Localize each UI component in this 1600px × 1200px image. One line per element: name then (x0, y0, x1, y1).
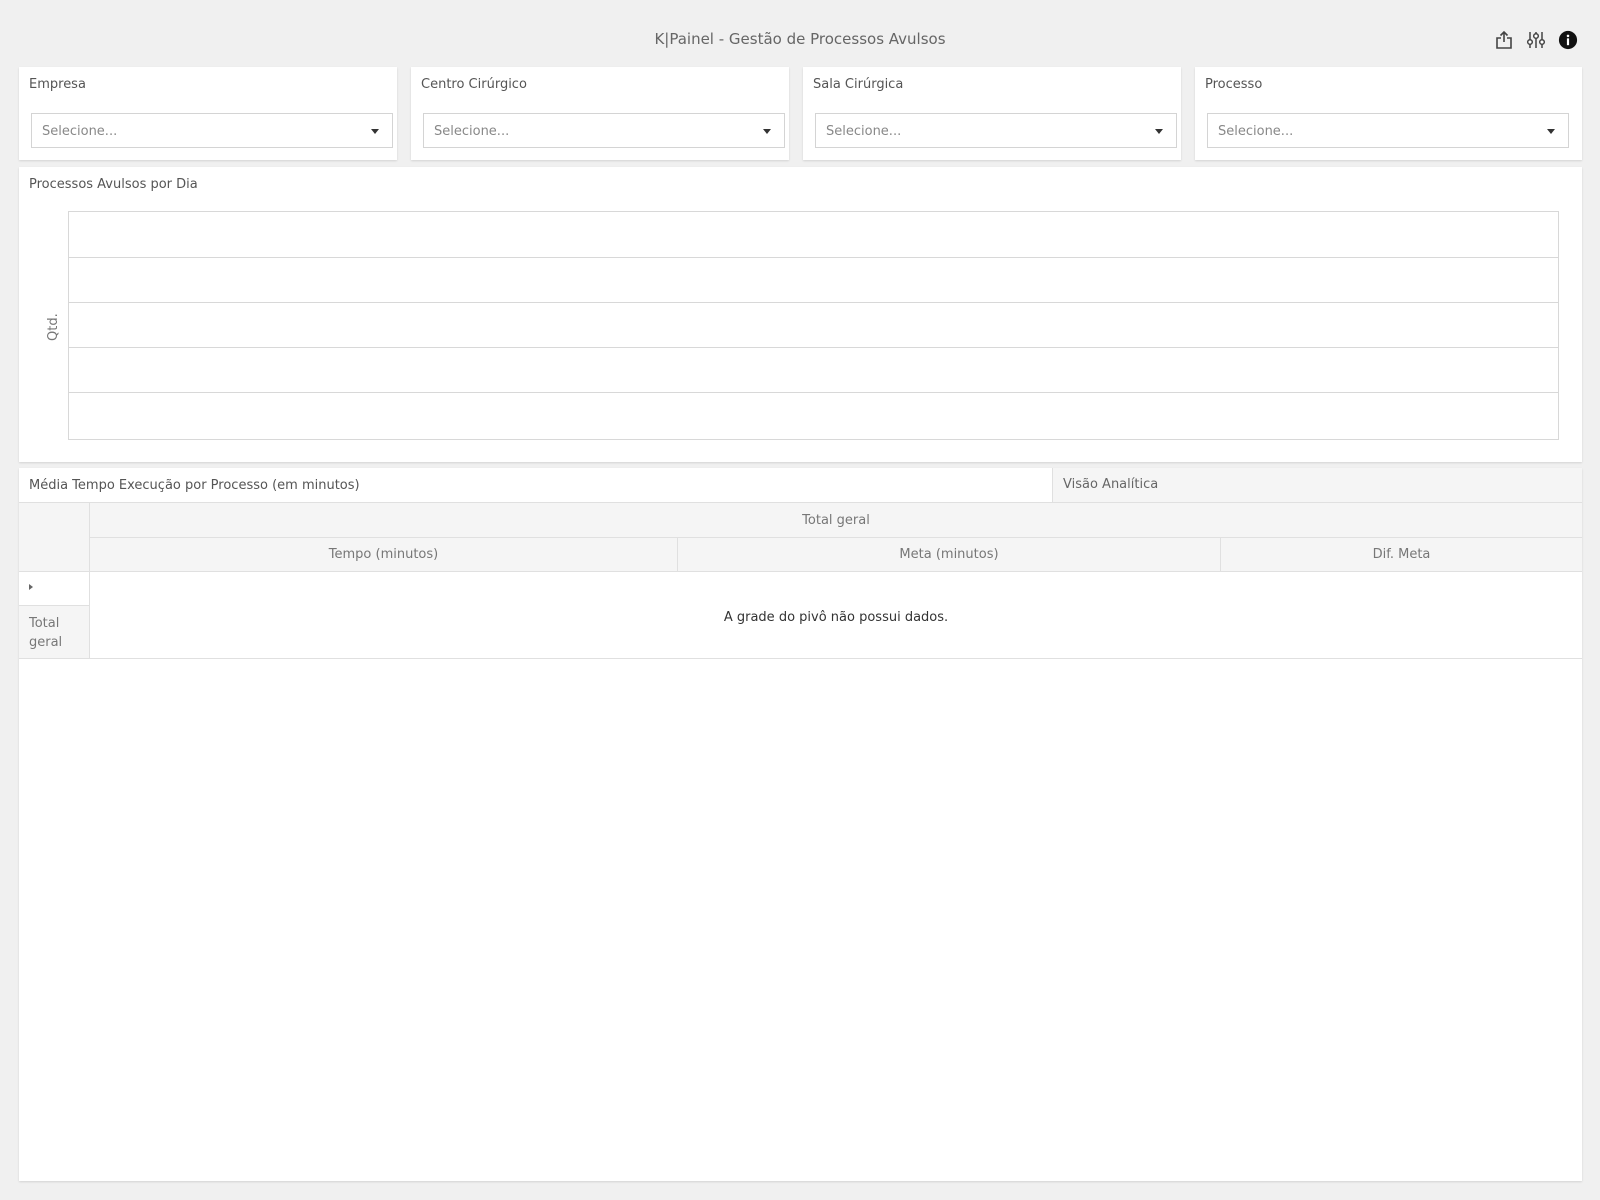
pivot-title: Média Tempo Execução por Processo (em mi… (29, 478, 360, 493)
select-placeholder: Selecione... (434, 124, 510, 139)
filter-centro-cirurgico: Centro Cirúrgico Selecione... (411, 67, 789, 160)
caret-down-icon (371, 129, 379, 134)
pivot-row-header (19, 572, 90, 606)
pivot-column-header[interactable]: Meta (minutos) (678, 538, 1221, 572)
empty-message: A grade do pivô não possui dados. (723, 610, 949, 625)
filter-processo: Processo Selecione... (1195, 67, 1582, 160)
chart-card: Processos Avulsos por Dia (19, 167, 1582, 462)
gridline (69, 302, 1558, 303)
tab-label: Visão Analítica (1063, 477, 1159, 492)
chart-y-axis-label: Qtd. (46, 313, 61, 341)
gridline (69, 257, 1558, 258)
filter-bar: Empresa Selecione... Centro Cirúrgico Se… (19, 67, 1582, 160)
filter-label: Empresa (29, 77, 86, 92)
pivot-column-header[interactable]: Dif. Meta (1221, 538, 1582, 572)
filter-label: Sala Cirúrgica (813, 77, 904, 92)
empresa-select[interactable]: Selecione... (31, 113, 393, 148)
select-placeholder: Selecione... (42, 124, 118, 139)
sala-cirurgica-select[interactable]: Selecione... (815, 113, 1177, 148)
pivot-row-total: Total geral (19, 606, 90, 659)
pivot-corner (19, 503, 90, 572)
gridline (69, 347, 1558, 348)
page-title: K|Painel - Gestão de Processos Avulsos (654, 30, 946, 48)
pivot-header: Média Tempo Execução por Processo (em mi… (19, 468, 1052, 503)
info-icon[interactable] (1558, 28, 1578, 52)
header-toolbar (1494, 28, 1578, 52)
processo-select[interactable]: Selecione... (1207, 113, 1569, 148)
chart-title: Processos Avulsos por Dia (29, 177, 198, 192)
expand-arrow-icon[interactable] (29, 584, 33, 590)
filter-label: Centro Cirúrgico (421, 77, 527, 92)
tab-visao-analitica[interactable]: Visão Analítica (1052, 468, 1582, 503)
row-total-label: Total geral (29, 616, 63, 650)
centro-cirurgico-select[interactable]: Selecione... (423, 113, 785, 148)
caret-down-icon (1547, 129, 1555, 134)
filter-label: Processo (1205, 77, 1263, 92)
page-header: K|Painel - Gestão de Processos Avulsos (0, 0, 1600, 66)
select-placeholder: Selecione... (826, 124, 902, 139)
chart-plot-area (68, 211, 1559, 440)
pivot-total-header: Total geral (90, 503, 1582, 538)
filter-empresa: Empresa Selecione... (19, 67, 397, 160)
settings-sliders-icon[interactable] (1526, 28, 1546, 52)
gridline (69, 392, 1558, 393)
filter-sala-cirurgica: Sala Cirúrgica Selecione... (803, 67, 1181, 160)
pivot-column-header[interactable]: Tempo (minutos) (90, 538, 678, 572)
pivot-empty-area: A grade do pivô não possui dados. (90, 572, 1582, 659)
caret-down-icon (1155, 129, 1163, 134)
select-placeholder: Selecione... (1218, 124, 1294, 139)
caret-down-icon (763, 129, 771, 134)
pivot-grid: Total geral Tempo (minutos) Meta (minuto… (19, 503, 1582, 659)
pivot-card: Média Tempo Execução por Processo (em mi… (19, 468, 1582, 1181)
export-icon[interactable] (1494, 28, 1514, 52)
